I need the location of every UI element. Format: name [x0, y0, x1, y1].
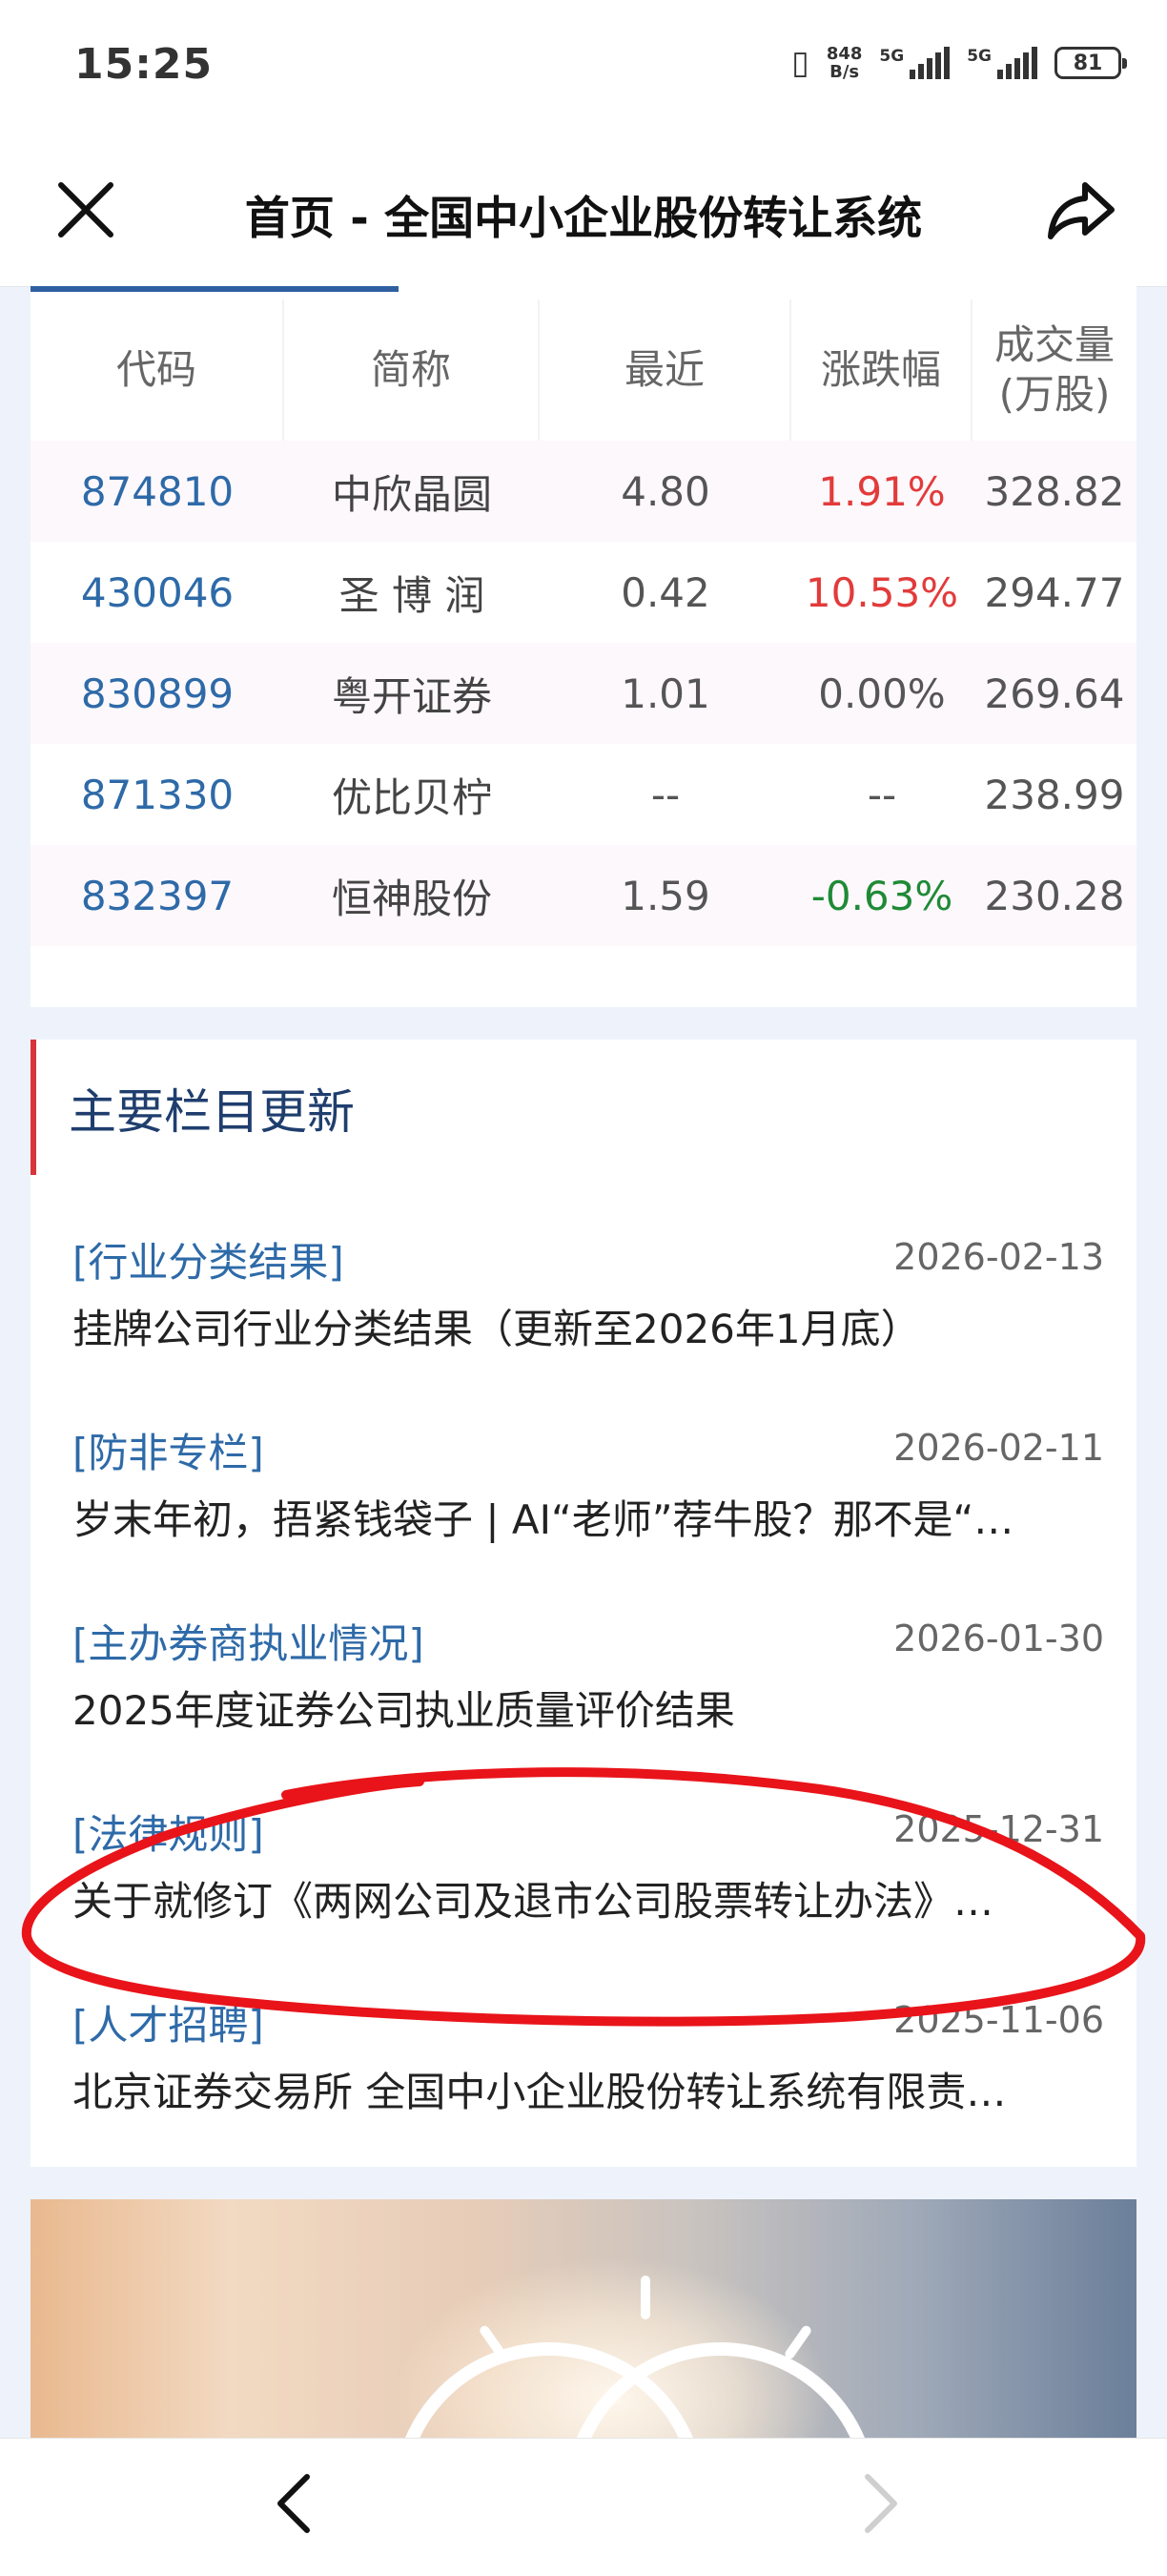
update-date: 2026-02-11 [893, 1427, 1104, 1469]
stock-volume: 238.99 [984, 771, 1125, 818]
stock-name[interactable]: 恒神股份 [284, 867, 540, 925]
title-bar: 首页 - 全国中小企业股份转让系统 [0, 134, 1167, 287]
update-headline-link[interactable]: 挂牌公司行业分类结果（更新至2026年1月底） [72, 1297, 1093, 1355]
section-title: 主要栏目更新 [69, 1084, 355, 1140]
update-category-link[interactable]: [主办券商执业情况] [72, 1612, 424, 1670]
stock-volume-card: 代码 简称 最近 涨跌幅 成交量 (万股) 874810 中欣晶圆 4.80 1… [31, 286, 1136, 1007]
update-headline-link[interactable]: 岁末年初，捂紧钱袋子 | AI“老师”荐牛股？那不是“… [72, 1488, 1093, 1546]
header-price: 最近 [540, 299, 791, 441]
section-updates-card: 主要栏目更新 [行业分类结果] 2026-02-13 挂牌公司行业分类结果（更新… [31, 1040, 1136, 2167]
page-title: 首页 - 全国中小企业股份转让系统 [244, 193, 923, 245]
update-headline-link[interactable]: 北京证券交易所 全国中小企业股份转让系统有限责… [72, 2060, 1093, 2118]
network-speed-value: 848 [826, 44, 863, 64]
header-code: 代码 [31, 299, 284, 441]
update-item[interactable]: [行业分类结果] 2026-02-13 挂牌公司行业分类结果（更新至2026年1… [72, 1230, 1104, 1392]
update-date: 2026-02-13 [893, 1236, 1104, 1278]
stock-change: 10.53% [805, 568, 959, 616]
stock-code[interactable]: 830899 [31, 670, 284, 717]
update-category-link[interactable]: [行业分类结果] [72, 1230, 344, 1288]
battery-level: 81 [1073, 51, 1103, 75]
stock-price: 1.01 [621, 670, 710, 717]
tab-indicator [31, 286, 399, 292]
promo-banner[interactable] [31, 2199, 1136, 2438]
stock-price: 4.80 [621, 467, 710, 515]
status-icons: ▯ 848 B/s 5G 5G 81 [791, 38, 1127, 88]
section-accent-bar [31, 1040, 36, 1175]
table-row[interactable]: 830899 粤开证券 1.01 0.00% 269.64 [31, 643, 1136, 744]
stock-name[interactable]: 中欣晶圆 [284, 463, 540, 521]
stock-name[interactable]: 粤开证券 [284, 665, 540, 723]
stock-volume: 328.82 [984, 467, 1125, 515]
stock-change: 0.00% [818, 670, 946, 717]
close-icon [58, 182, 113, 237]
stock-code[interactable]: 874810 [31, 468, 284, 515]
banner-sparkle [641, 2276, 650, 2319]
network-speed: 848 B/s [827, 45, 863, 81]
stock-price: 0.42 [621, 568, 710, 616]
close-button[interactable] [48, 172, 124, 248]
share-icon [1048, 182, 1115, 239]
stock-change: -- [867, 771, 897, 818]
header-volume: 成交量 (万股) [993, 321, 1115, 418]
stock-change: 1.91% [818, 467, 946, 515]
stock-code[interactable]: 871330 [31, 772, 284, 818]
table-row[interactable]: 874810 中欣晶圆 4.80 1.91% 328.82 [31, 441, 1136, 542]
stock-name[interactable]: 圣 博 润 [284, 564, 540, 622]
bottom-nav [0, 2438, 1167, 2576]
forward-button[interactable] [839, 2465, 915, 2542]
vibrate-icon: ▯ [791, 44, 809, 82]
signal-icon-1: 5G [879, 47, 951, 79]
update-headline-link[interactable]: 关于就修订《两网公司及退市公司股票转让办法》… [72, 1869, 1093, 1927]
stock-volume: 230.28 [984, 872, 1125, 919]
stock-volume: 294.77 [984, 568, 1125, 616]
stock-code[interactable]: 832397 [31, 873, 284, 919]
stock-volume: 269.64 [984, 670, 1125, 717]
network-speed-unit: B/s [829, 62, 860, 82]
table-row[interactable]: 430046 圣 博 润 0.42 10.53% 294.77 [31, 542, 1136, 643]
update-category-link[interactable]: [防非专栏] [72, 1421, 264, 1479]
share-button[interactable] [1043, 172, 1119, 248]
status-time: 15:25 [74, 40, 214, 89]
stock-change: -0.63% [810, 872, 953, 919]
signal-2-label: 5G [967, 47, 992, 66]
signal-1-label: 5G [879, 47, 905, 66]
stock-code[interactable]: 430046 [31, 569, 284, 616]
stock-table: 代码 简称 最近 涨跌幅 成交量 (万股) 874810 中欣晶圆 4.80 1… [31, 299, 1136, 946]
update-date: 2025-12-31 [893, 1808, 1104, 1850]
update-date: 2026-01-30 [893, 1618, 1104, 1659]
stock-name[interactable]: 优比贝柠 [284, 766, 540, 824]
update-item[interactable]: [人才招聘] 2025-11-06 北京证券交易所 全国中小企业股份转让系统有限… [72, 1993, 1104, 2155]
signal-icon-2: 5G [967, 47, 1037, 79]
update-item[interactable]: [法律规则] 2025-12-31 关于就修订《两网公司及退市公司股票转让办法》… [72, 1803, 1104, 1965]
chevron-right-icon [865, 2474, 897, 2533]
update-item[interactable]: [主办券商执业情况] 2026-01-30 2025年度证券公司执业质量评价结果 [72, 1612, 1104, 1774]
status-bar: 15:25 ▯ 848 B/s 5G 5G 81 [0, 0, 1167, 134]
chevron-left-icon [277, 2474, 310, 2533]
update-category-link[interactable]: [法律规则] [72, 1803, 264, 1861]
table-row[interactable]: 871330 优比贝柠 -- -- 238.99 [31, 744, 1136, 845]
stock-price: 1.59 [621, 872, 710, 919]
header-change: 涨跌幅 [791, 299, 972, 441]
update-date: 2025-11-06 [893, 1999, 1104, 2041]
table-row[interactable]: 832397 恒神股份 1.59 -0.63% 230.28 [31, 845, 1136, 946]
header-name: 简称 [284, 299, 540, 441]
stock-price: -- [650, 771, 681, 818]
table-header-row: 代码 简称 最近 涨跌幅 成交量 (万股) [31, 299, 1136, 441]
battery-icon: 81 [1054, 47, 1127, 79]
update-category-link[interactable]: [人才招聘] [72, 1993, 264, 2051]
update-headline-link[interactable]: 2025年度证券公司执业质量评价结果 [72, 1679, 1093, 1737]
back-button[interactable] [259, 2465, 336, 2542]
update-item[interactable]: [防非专栏] 2026-02-11 岁末年初，捂紧钱袋子 | AI“老师”荐牛股… [72, 1421, 1104, 1583]
